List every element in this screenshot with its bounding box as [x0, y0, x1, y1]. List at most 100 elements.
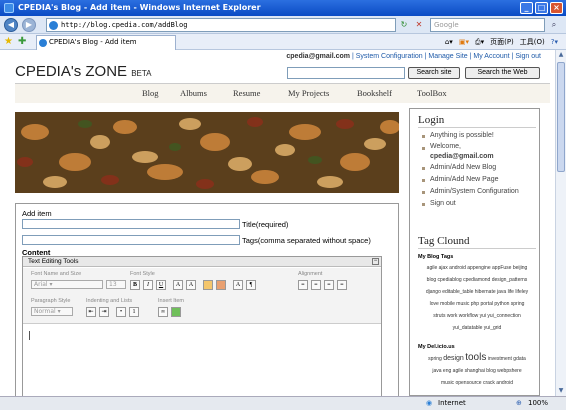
tag-line-5[interactable]: struts work workflow yui yui_connection	[418, 310, 536, 322]
nav-albums[interactable]: Albums	[180, 88, 207, 98]
blog-tags-title: My Blog Tags	[418, 254, 454, 260]
font-name-select[interactable]: Arial ▾	[31, 280, 103, 289]
login-item-sign-out[interactable]: Sign out	[422, 198, 519, 210]
close-button[interactable]: ×	[550, 2, 563, 14]
maximize-button[interactable]: □	[535, 2, 548, 14]
tools-menu[interactable]: 工具(O)	[520, 35, 545, 49]
numbered-list-icon[interactable]: 1	[129, 307, 139, 317]
font-smaller-icon[interactable]: A	[173, 280, 183, 290]
scroll-down-arrow[interactable]: ▼	[556, 386, 566, 396]
insert-link-icon[interactable]: ∞	[158, 307, 168, 317]
outdent-icon[interactable]: ⇤	[86, 307, 96, 317]
nav-my-projects[interactable]: My Projects	[288, 88, 329, 98]
paragraph-style-select[interactable]: Normal ▾	[31, 307, 73, 316]
tags-input[interactable]	[22, 235, 240, 245]
tag-line-6[interactable]: yui_datatable yui_grid	[418, 322, 536, 334]
add-favorite-icon[interactable]: ✚	[18, 36, 26, 48]
title-label: Title(required)	[242, 220, 288, 229]
remove-format-icon[interactable]: A	[233, 280, 243, 290]
content-textarea[interactable]	[23, 325, 381, 396]
font-size-value: 13	[109, 281, 117, 288]
welcome-email: cpedia@gmail.com	[430, 153, 494, 160]
search-web-button[interactable]: Search the Web	[465, 67, 540, 79]
del-line-3[interactable]: music opensource crack android	[418, 377, 536, 389]
refresh-icon[interactable]: ↻	[398, 18, 410, 32]
scroll-up-arrow[interactable]: ▲	[556, 50, 566, 60]
tag-line-1[interactable]: agile ajax android appengine appFuse bei…	[418, 262, 536, 274]
del-line-1[interactable]: spring design tools investment gdata	[418, 352, 536, 365]
browser-tab[interactable]: CPEDIA's Blog - Add item	[36, 35, 176, 50]
insert-image-icon[interactable]	[171, 307, 181, 317]
site-search-input[interactable]	[287, 67, 405, 79]
tab-label: CPEDIA's Blog - Add item	[49, 38, 137, 46]
link-system-config[interactable]: System Configuration	[356, 53, 423, 60]
highlight-icon[interactable]	[203, 280, 213, 290]
site-title[interactable]: CPEDIA's ZONE BETA	[15, 63, 152, 80]
tag-line-4[interactable]: love mobile music php portal python spri…	[418, 298, 536, 310]
page-icon	[49, 21, 58, 30]
command-bar: ⌂▾ ▣▾ ⎙▾ 页面(P) 工具(O) ?▾	[445, 35, 558, 49]
font-larger-icon[interactable]: A	[186, 280, 196, 290]
forward-button[interactable]: ▶	[22, 18, 36, 32]
del-line-2[interactable]: java eng agile shanghai blog webpshere	[418, 365, 536, 377]
del-tag-design[interactable]: design	[443, 355, 464, 362]
address-toolbar: ◀ ▶ http://blog.cpedia.com/addBlog ↻ ✕ G…	[0, 16, 566, 34]
underline-button[interactable]: U	[156, 280, 166, 290]
title-input[interactable]	[22, 219, 240, 229]
login-item-system-config[interactable]: Admin/System Configuration	[422, 186, 519, 198]
tab-toolbar: ★ ✚ CPEDIA's Blog - Add item ⌂▾ ▣▾ ⎙▾ 页面…	[0, 34, 566, 50]
bullet-list-icon[interactable]: •	[116, 307, 126, 317]
collapse-button[interactable]: −	[372, 258, 379, 265]
link-sign-out[interactable]: Sign out	[515, 53, 541, 60]
font-size-select[interactable]: 13	[106, 280, 126, 289]
feeds-icon[interactable]: ▣▾	[459, 35, 469, 49]
zone-label: Internet	[438, 399, 466, 407]
align-right-icon[interactable]: ≡	[324, 280, 334, 290]
nav-resume[interactable]: Resume	[233, 88, 260, 98]
home-icon[interactable]: ⌂▾	[445, 35, 453, 49]
minimize-button[interactable]: _	[520, 2, 533, 14]
search-site-button[interactable]: Search site	[408, 67, 460, 79]
zoom-level[interactable]: 100%	[528, 397, 548, 410]
address-bar[interactable]: http://blog.cpedia.com/addBlog	[46, 18, 396, 32]
indent-icon[interactable]: ⇥	[99, 307, 109, 317]
justify-icon[interactable]: ≡	[337, 280, 347, 290]
zoom-icon[interactable]: ⊕	[516, 397, 522, 410]
del-tag-tools[interactable]: tools	[465, 352, 486, 363]
nav-bookshelf[interactable]: Bookshelf	[357, 88, 392, 98]
tag-line-2[interactable]: blog cpediablog cpediamond design_patter…	[418, 274, 536, 286]
login-item-add-blog[interactable]: Admin/Add New Blog	[422, 162, 519, 174]
search-input[interactable]: Google	[430, 18, 545, 32]
nav-toolbox[interactable]: ToolBox	[417, 88, 447, 98]
font-group-label: Font Name and Size	[31, 271, 82, 277]
help-icon[interactable]: ?▾	[551, 35, 558, 49]
scroll-thumb[interactable]	[557, 62, 565, 172]
web-page: cpedia@gmail.com | System Configuration …	[0, 50, 566, 396]
align-center-icon[interactable]: ≡	[311, 280, 321, 290]
del-tag-investment[interactable]: investment gdata	[488, 356, 526, 362]
style-group-label: Font Style	[130, 271, 155, 277]
stop-icon[interactable]: ✕	[413, 18, 425, 32]
add-item-form: Add item Title(required) Tags(comma sepa…	[15, 203, 399, 396]
eraser-icon[interactable]	[216, 280, 226, 290]
beta-label: BETA	[131, 69, 152, 78]
editor-header: Text Editing Tools −	[23, 257, 381, 267]
favorites-star-icon[interactable]: ★	[4, 36, 13, 48]
page-menu[interactable]: 页面(P)	[490, 35, 514, 49]
italic-button[interactable]: I	[143, 280, 153, 290]
window-title: CPEDIA's Blog - Add item - Windows Inter…	[18, 3, 261, 12]
nav-blog[interactable]: Blog	[142, 88, 159, 98]
paragraph-mark-icon[interactable]: ¶	[246, 280, 256, 290]
align-left-icon[interactable]: ≡	[298, 280, 308, 290]
link-manage-site[interactable]: Manage Site	[428, 53, 467, 60]
login-item-add-page[interactable]: Admin/Add New Page	[422, 174, 519, 186]
tag-line-3[interactable]: django editable_table hibernate java lif…	[418, 286, 536, 298]
link-my-account[interactable]: My Account	[473, 53, 509, 60]
page-scrollbar[interactable]: ▲ ▼	[555, 50, 566, 396]
del-tag-spring[interactable]: spring	[428, 356, 442, 362]
print-icon[interactable]: ⎙▾	[475, 35, 484, 49]
search-icon[interactable]: ⌕	[548, 18, 560, 32]
bold-button[interactable]: B	[130, 280, 140, 290]
tagcloud-title: Tag Clound	[418, 235, 470, 247]
back-button[interactable]: ◀	[4, 18, 18, 32]
